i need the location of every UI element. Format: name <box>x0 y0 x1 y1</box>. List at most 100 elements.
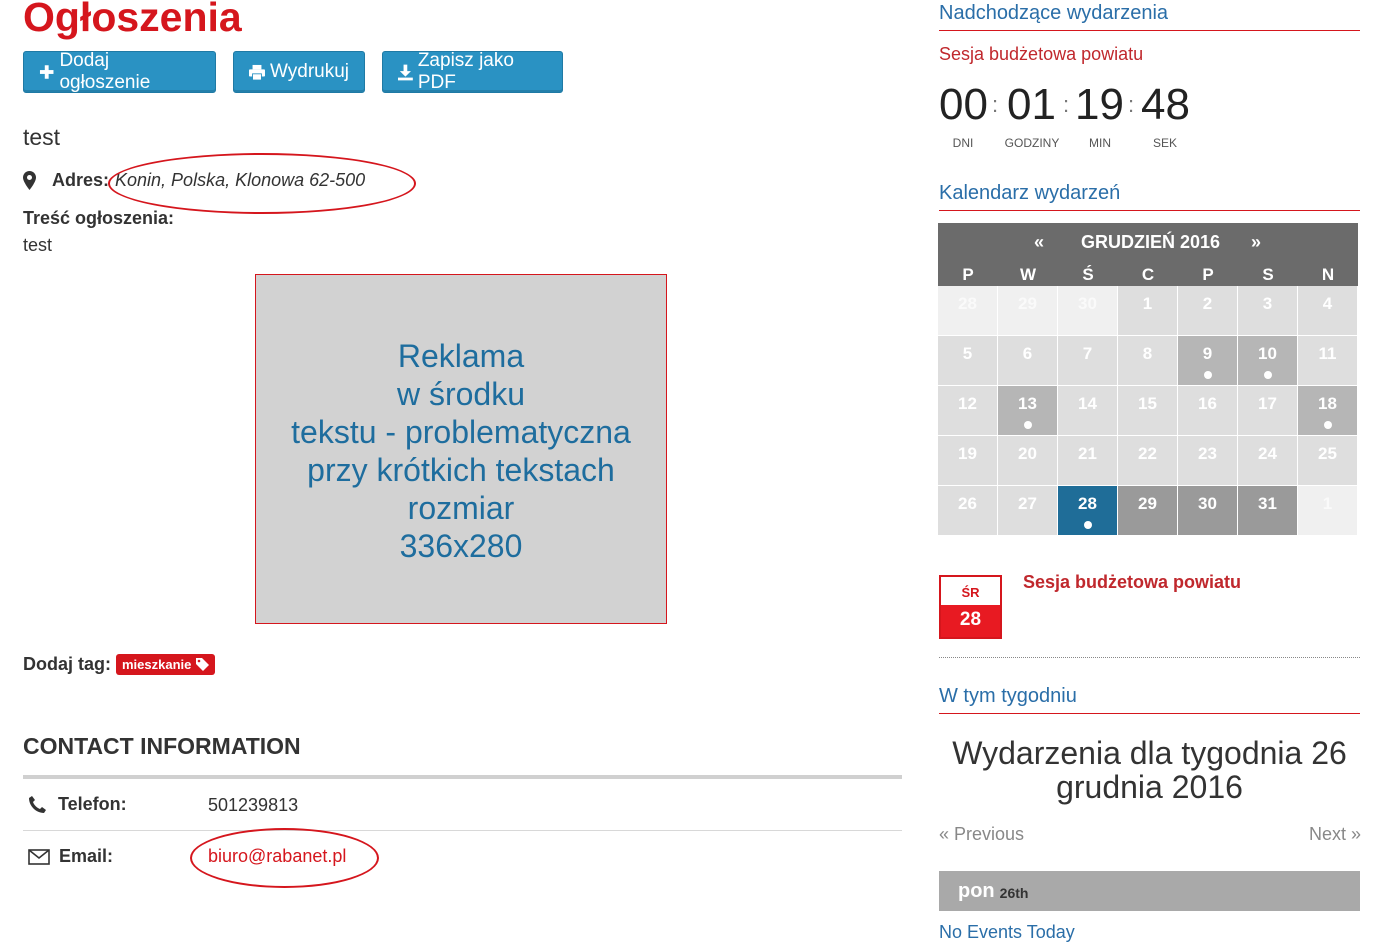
print-icon <box>249 64 265 80</box>
calendar-day-cell[interactable]: 27 <box>998 486 1058 536</box>
calendar-grid: 28 29 30 1 2 3 4 5 6 7 8 9 10 11 12 13 14 15 16 17 18 19 20 21 2… <box>938 286 1358 536</box>
calendar-day-cell[interactable]: 1 <box>1118 286 1178 336</box>
calendar-day-cell[interactable]: 20 <box>998 436 1058 486</box>
calendar-day-number: 23 <box>1198 444 1217 463</box>
download-icon <box>398 64 413 80</box>
event-dot-icon <box>1084 521 1092 529</box>
this-week-title: W tym tygodniu <box>939 685 1077 707</box>
ad-line: Reklama <box>397 338 525 374</box>
countdown-seconds: 48 <box>1141 80 1190 129</box>
calendar-event-link[interactable]: Sesja budżetowa powiatu <box>1023 572 1241 593</box>
weekday-label: S <box>1262 265 1274 284</box>
print-label: Wydrukuj <box>269 61 349 82</box>
countdown-days-label: DNI <box>952 136 974 150</box>
calendar-day-cell[interactable]: 29 <box>998 286 1058 336</box>
content-label: Treść ogłoszenia: <box>23 208 175 228</box>
calendar-day-number: 18 <box>1318 394 1337 413</box>
map-marker-icon <box>23 171 36 190</box>
calendar-day-cell[interactable]: 17 <box>1238 386 1298 436</box>
phone-label-row: Telefon: <box>28 794 127 815</box>
countdown-separator: : <box>992 92 999 117</box>
calendar-next-button[interactable]: » <box>1251 232 1261 253</box>
calendar-day-cell[interactable]: 31 <box>1238 486 1298 536</box>
calendar-day-cell[interactable]: 15 <box>1118 386 1178 436</box>
calendar-day-cell[interactable]: 30 <box>1178 486 1238 536</box>
phone-icon <box>29 796 46 813</box>
envelope-icon <box>28 848 50 865</box>
dotted-divider <box>939 657 1360 658</box>
calendar-day-cell[interactable]: 2 <box>1178 286 1238 336</box>
calendar-day-number: 7 <box>1082 344 1093 363</box>
calendar-day-cell[interactable]: 12 <box>938 386 998 436</box>
calendar-day-cell[interactable]: 4 <box>1298 286 1358 336</box>
calendar-month: GRUDZIEŃ 2016 <box>1081 232 1221 252</box>
contact-row-divider <box>23 830 902 831</box>
calendar-day-cell[interactable]: 23 <box>1178 436 1238 486</box>
tag-badge[interactable]: mieszkanie <box>116 654 216 675</box>
calendar-day-cell[interactable]: 5 <box>938 336 998 386</box>
event-date-day: 28 <box>941 605 1000 637</box>
contact-divider <box>23 775 902 779</box>
calendar-day-cell[interactable]: 13 <box>998 386 1058 436</box>
calendar-day-cell[interactable]: 28 <box>1058 486 1118 536</box>
calendar-day-cell[interactable]: 14 <box>1058 386 1118 436</box>
calendar-prev-button[interactable]: « <box>1034 232 1044 253</box>
countdown-hours-label: GODZINY <box>1004 136 1060 150</box>
calendar-day-cell[interactable]: 6 <box>998 336 1058 386</box>
calendar-day-cell[interactable]: 25 <box>1298 436 1358 486</box>
print-button[interactable]: Wydrukuj <box>233 51 365 93</box>
calendar-day-cell[interactable]: 19 <box>938 436 998 486</box>
address-value: Konin, Polska, Klonowa 62-500 <box>115 170 366 190</box>
save-pdf-button[interactable]: Zapisz jako PDF <box>382 50 563 93</box>
calendar-day-number: 30 <box>1198 494 1217 513</box>
calendar-day-cell[interactable]: 26 <box>938 486 998 536</box>
calendar-day-number: 3 <box>1262 294 1273 313</box>
countdown-days: 00 <box>939 80 988 129</box>
email-link[interactable]: biuro@rabanet.pl <box>208 846 346 867</box>
calendar-day-number: 11 <box>1318 344 1337 363</box>
calendar-day-cell[interactable]: 24 <box>1238 436 1298 486</box>
previous-week-link[interactable]: « Previous <box>939 824 1024 845</box>
calendar-day-number: 24 <box>1258 444 1277 463</box>
calendar-day-cell[interactable]: 9 <box>1178 336 1238 386</box>
calendar-day-number: 21 <box>1078 444 1097 463</box>
calendar-day-number: 12 <box>958 394 977 413</box>
calendar-day-number: 17 <box>1258 394 1277 413</box>
day-number: 26th <box>999 884 1029 901</box>
calendar-day-number: 22 <box>1138 444 1157 463</box>
day-bar: pon 26th <box>939 871 1360 911</box>
calendar-day-number: 15 <box>1138 394 1157 413</box>
calendar-day-cell[interactable]: 16 <box>1178 386 1238 436</box>
calendar-day-cell[interactable]: 22 <box>1118 436 1178 486</box>
event-calendar: « GRUDZIEŃ 2016 » P W Ś C P S N 28 29 30 1 2… <box>938 223 1358 536</box>
phone-label: Telefon: <box>58 794 127 814</box>
tag-text: mieszkanie <box>122 657 192 672</box>
countdown-seconds-label: SEK <box>1152 136 1177 150</box>
calendar-day-cell[interactable]: 28 <box>938 286 998 336</box>
upcoming-event-link[interactable]: Sesja budżetowa powiatu <box>939 44 1143 65</box>
tag-row: Dodaj tag: mieszkanie <box>23 654 216 675</box>
calendar-title: Kalendarz wydarzeń <box>939 182 1121 204</box>
calendar-day-cell[interactable]: 10 <box>1238 336 1298 386</box>
calendar-day-cell[interactable]: 21 <box>1058 436 1118 486</box>
save-pdf-label: Zapisz jako PDF <box>417 50 514 93</box>
calendar-header: « GRUDZIEŃ 2016 » P W Ś C P S N <box>938 223 1358 286</box>
contact-title: CONTACT INFORMATION <box>23 733 301 759</box>
event-dot-icon <box>1324 421 1332 429</box>
plus-icon <box>39 65 54 79</box>
calendar-day-number: 13 <box>1018 394 1037 413</box>
calendar-day-cell[interactable]: 3 <box>1238 286 1298 336</box>
countdown-minutes: 19 <box>1075 80 1124 129</box>
next-week-link[interactable]: Next » <box>1309 824 1361 845</box>
add-listing-button[interactable]: Dodaj ogłoszenie <box>23 50 216 93</box>
calendar-day-cell[interactable]: 1 <box>1298 486 1358 536</box>
calendar-day-cell[interactable]: 7 <box>1058 336 1118 386</box>
calendar-day-number: 29 <box>1018 294 1037 313</box>
calendar-day-cell[interactable]: 18 <box>1298 386 1358 436</box>
calendar-day-cell[interactable]: 30 <box>1058 286 1118 336</box>
calendar-day-cell[interactable]: 11 <box>1298 336 1358 386</box>
calendar-day-number: 9 <box>1202 344 1213 363</box>
calendar-day-cell[interactable]: 8 <box>1118 336 1178 386</box>
weekday-label: P <box>1202 265 1214 284</box>
calendar-day-cell[interactable]: 29 <box>1118 486 1178 536</box>
